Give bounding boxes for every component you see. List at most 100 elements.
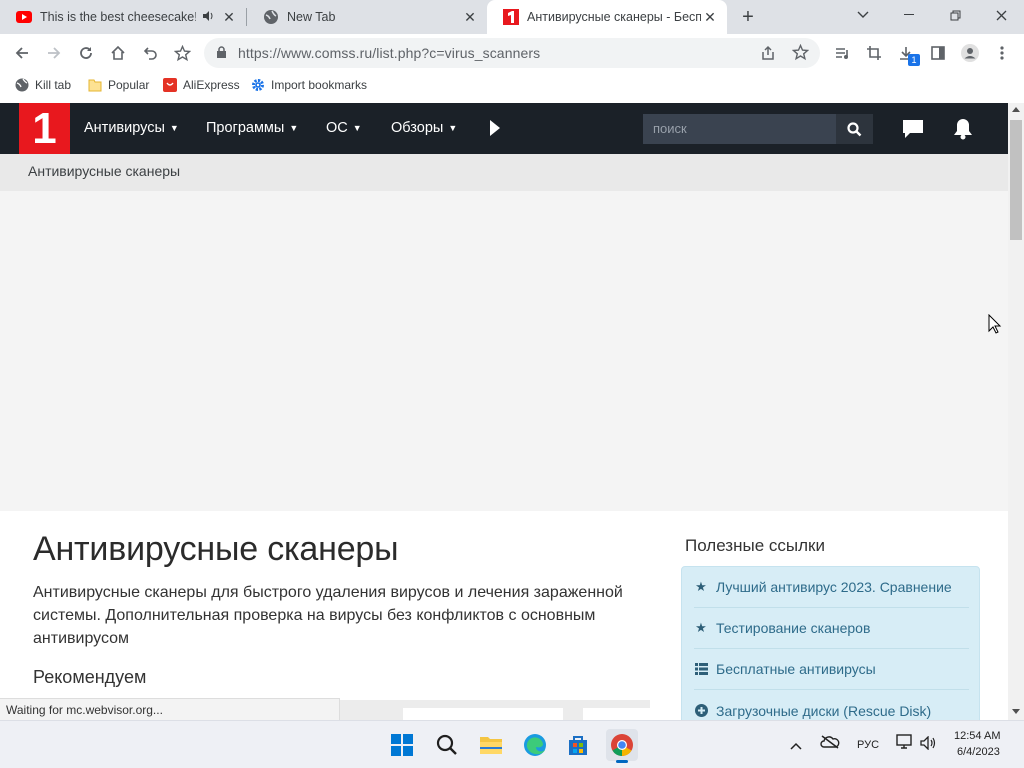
site-navbar: 1 Антивирусы ▼ Программы ▼ ОС ▼ Обзоры ▼	[0, 103, 1008, 154]
tab-search-chevron-icon[interactable]	[840, 0, 886, 30]
bookmark-label: AliExpress	[183, 78, 240, 92]
menu-kebab-icon[interactable]	[988, 39, 1016, 67]
search-button[interactable]	[836, 114, 873, 144]
chrome-taskbar-icon[interactable]	[606, 729, 638, 763]
recommended-heading: Рекомендуем	[33, 667, 147, 687]
bookmark-import[interactable]: Import bookmarks	[251, 75, 367, 95]
windows-taskbar: РУС 12:54 AM 6/4/2023	[0, 720, 1024, 768]
site-logo[interactable]: 1	[19, 103, 70, 154]
start-button[interactable]	[386, 729, 418, 761]
scrollbar-thumb[interactable]	[1010, 120, 1022, 240]
comss-icon	[503, 9, 519, 25]
chat-icon[interactable]	[902, 119, 924, 144]
minimize-button[interactable]	[886, 0, 932, 30]
reload-button[interactable]	[72, 39, 100, 67]
share-icon[interactable]	[760, 45, 776, 66]
breadcrumb: Антивирусные сканеры	[0, 154, 1008, 191]
tab-comss[interactable]: Антивирусные сканеры - Беспл ✕	[487, 0, 727, 34]
close-window-button[interactable]	[978, 0, 1024, 30]
back-button[interactable]	[8, 39, 36, 67]
bell-icon[interactable]	[953, 118, 973, 145]
bookmark-star-icon[interactable]	[168, 39, 196, 67]
nav-more-arrow-icon[interactable]	[489, 119, 501, 142]
sidebar-link-label: Тестирование сканеров	[716, 620, 871, 636]
aliexpress-icon	[163, 78, 177, 92]
audio-playing-icon[interactable]	[202, 10, 214, 25]
site-search-input[interactable]	[643, 114, 833, 143]
restore-button[interactable]	[932, 0, 978, 30]
bookmark-label: Import bookmarks	[271, 78, 368, 92]
nav-antivirus[interactable]: Антивирусы ▼	[84, 120, 179, 136]
sidebar-link-best-antivirus[interactable]: ★ Лучший антивирус 2023. Сравнение	[694, 567, 969, 608]
tab-new-tab[interactable]: New Tab ✕	[247, 0, 487, 34]
tab-youtube[interactable]: This is the best cheesecake!! ✕	[0, 0, 246, 34]
useful-links-list: ★ Лучший антивирус 2023. Сравнение ★ Тес…	[681, 566, 980, 720]
sidebar-link-free-antivirus[interactable]: Бесплатные антивирусы	[694, 649, 969, 690]
file-explorer-icon[interactable]	[475, 729, 507, 761]
sidebar-title: Полезные ссылки	[685, 536, 825, 555]
bookmark-aliexpress[interactable]: AliExpress	[163, 75, 240, 95]
nav-reviews[interactable]: Обзоры ▼	[391, 120, 457, 136]
caret-down-icon: ▼	[448, 123, 458, 133]
sidebar-link-rescue-disk[interactable]: Загрузочные диски (Rescue Disk)	[694, 690, 969, 720]
star-icon: ★	[695, 620, 707, 635]
page-title: Антивирусные сканеры	[33, 530, 399, 568]
bookmark-this-tab-icon[interactable]	[791, 43, 810, 66]
nav-label: ОС	[326, 120, 348, 136]
downloads-icon[interactable]: 1	[892, 39, 920, 67]
tab-title: Антивирусные сканеры - Беспл	[527, 10, 701, 24]
bookmarks-bar: Kill tab Popular AliExpress Import bookm…	[0, 72, 1024, 98]
logo-mark: 1	[32, 103, 57, 153]
clock-time[interactable]: 12:54 AM	[954, 730, 1000, 742]
active-app-indicator	[616, 760, 628, 763]
volume-icon[interactable]	[920, 735, 936, 755]
globe-icon	[263, 9, 279, 25]
sidebar-link-label: Лучший антивирус 2023. Сравнение	[716, 579, 952, 595]
bookmark-popular-folder[interactable]: Popular	[88, 75, 149, 95]
caret-down-icon: ▼	[169, 123, 179, 133]
star-icon: ★	[695, 579, 707, 594]
tray-overflow-chevron-icon[interactable]	[790, 737, 802, 755]
reading-list-icon[interactable]	[828, 39, 856, 67]
home-button[interactable]	[104, 39, 132, 67]
close-tab-icon[interactable]: ✕	[461, 8, 479, 26]
windows-logo-icon	[391, 734, 413, 756]
network-icon[interactable]	[896, 734, 914, 755]
lock-icon[interactable]	[216, 46, 227, 64]
download-count-badge: 1	[908, 54, 920, 66]
browser-toolbar: https://www.comss.ru/list.php?c=virus_sc…	[0, 34, 1024, 72]
folder-icon	[88, 78, 102, 92]
recommended-card[interactable]	[403, 708, 563, 720]
new-tab-button[interactable]: +	[737, 6, 759, 28]
forward-button[interactable]	[40, 39, 68, 67]
close-tab-icon[interactable]: ✕	[220, 8, 238, 26]
crop-icon[interactable]	[860, 39, 888, 67]
bookmark-label: Kill tab	[35, 78, 72, 92]
profile-avatar-icon[interactable]	[956, 39, 984, 67]
clock-date[interactable]: 6/4/2023	[957, 746, 1000, 758]
edge-icon[interactable]	[519, 729, 551, 761]
nav-label: Обзоры	[391, 120, 444, 136]
microsoft-store-icon[interactable]	[562, 729, 594, 761]
page-description: Антивирусные сканеры для быстрого удален…	[33, 584, 623, 647]
sidebar-link-label: Загрузочные диски (Rescue Disk)	[716, 702, 932, 719]
bookmark-kill-tab[interactable]: Kill tab	[15, 75, 71, 95]
plus-circle-icon	[694, 704, 708, 717]
undo-close-icon[interactable]	[136, 39, 164, 67]
taskbar-search-icon[interactable]	[431, 729, 463, 761]
url-text: https://www.comss.ru/list.php?c=virus_sc…	[238, 45, 541, 61]
status-bubble: Waiting for mc.webvisor.org...	[0, 698, 340, 720]
onedrive-offline-icon[interactable]	[820, 735, 840, 754]
input-language[interactable]: РУС	[857, 739, 879, 751]
address-bar[interactable]: https://www.comss.ru/list.php?c=virus_sc…	[204, 38, 820, 68]
side-panel-icon[interactable]	[924, 39, 952, 67]
browser-tab-strip: This is the best cheesecake!! ✕ New Tab …	[0, 0, 1024, 34]
caret-down-icon: ▼	[352, 123, 362, 133]
recommended-card[interactable]	[583, 708, 650, 720]
sidebar-link-scanner-tests[interactable]: ★ Тестирование сканеров	[694, 608, 969, 649]
breadcrumb-current[interactable]: Антивирусные сканеры	[28, 163, 180, 179]
nav-programs[interactable]: Программы ▼	[206, 120, 298, 136]
tab-title: New Tab	[287, 10, 336, 24]
nav-os[interactable]: ОС ▼	[326, 120, 362, 136]
close-tab-icon[interactable]: ✕	[701, 8, 719, 26]
